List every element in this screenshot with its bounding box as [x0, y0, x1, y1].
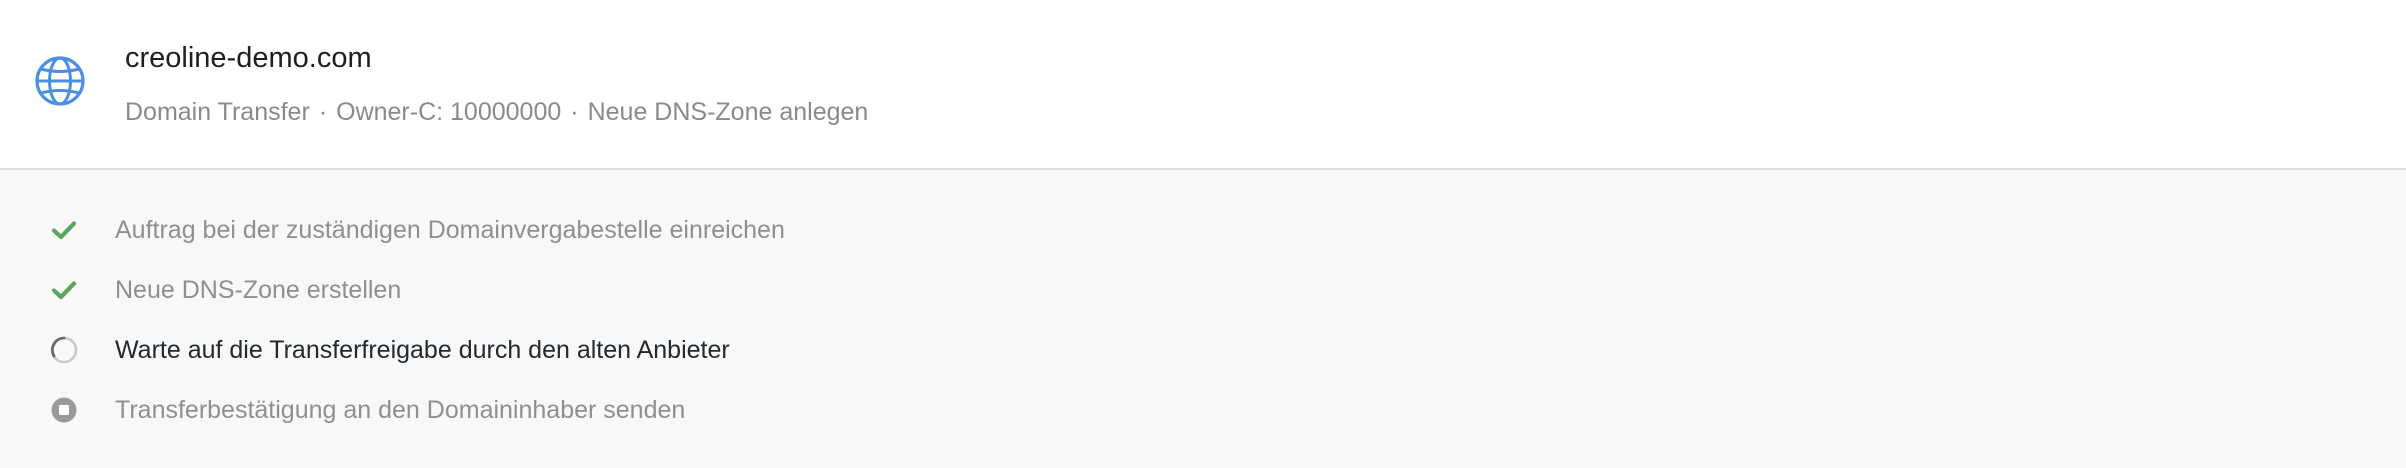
step-label: Neue DNS-Zone erstellen — [115, 276, 402, 304]
check-icon — [48, 214, 80, 246]
step-label: Auftrag bei der zuständigen Domainvergab… — [115, 216, 785, 244]
pending-icon — [48, 394, 80, 426]
meta-separator: · — [318, 98, 328, 126]
domain-header: creoline-demo.com Domain Transfer · Owner-… — [0, 0, 2406, 170]
spinner-icon — [48, 334, 80, 366]
step-item-send-confirmation: Transferbestätigung an den Domaininhaber… — [0, 382, 2406, 442]
transfer-step-list: Auftrag bei der zuständigen Domainvergab… — [0, 170, 2406, 468]
step-label: Warte auf die Transferfreigabe durch den… — [115, 336, 730, 364]
step-label: Transferbestätigung an den Domaininhaber… — [115, 396, 686, 424]
check-icon — [48, 274, 80, 306]
step-item-wait-transfer-release: Warte auf die Transferfreigabe durch den… — [0, 322, 2406, 382]
meta-owner: Owner-C: 10000000 — [336, 98, 562, 126]
globe-icon — [33, 54, 87, 108]
domain-title: creoline-demo.com — [125, 42, 372, 74]
meta-zone: Neue DNS-Zone anlegen — [587, 98, 869, 126]
step-item-submit-order: Auftrag bei der zuständigen Domainvergab… — [0, 202, 2406, 262]
meta-type: Domain Transfer — [125, 98, 310, 126]
domain-meta: Domain Transfer · Owner-C: 10000000 · Neue D… — [125, 95, 868, 129]
meta-separator: · — [570, 98, 579, 126]
step-item-create-dns-zone: Neue DNS-Zone erstellen — [0, 262, 2406, 322]
